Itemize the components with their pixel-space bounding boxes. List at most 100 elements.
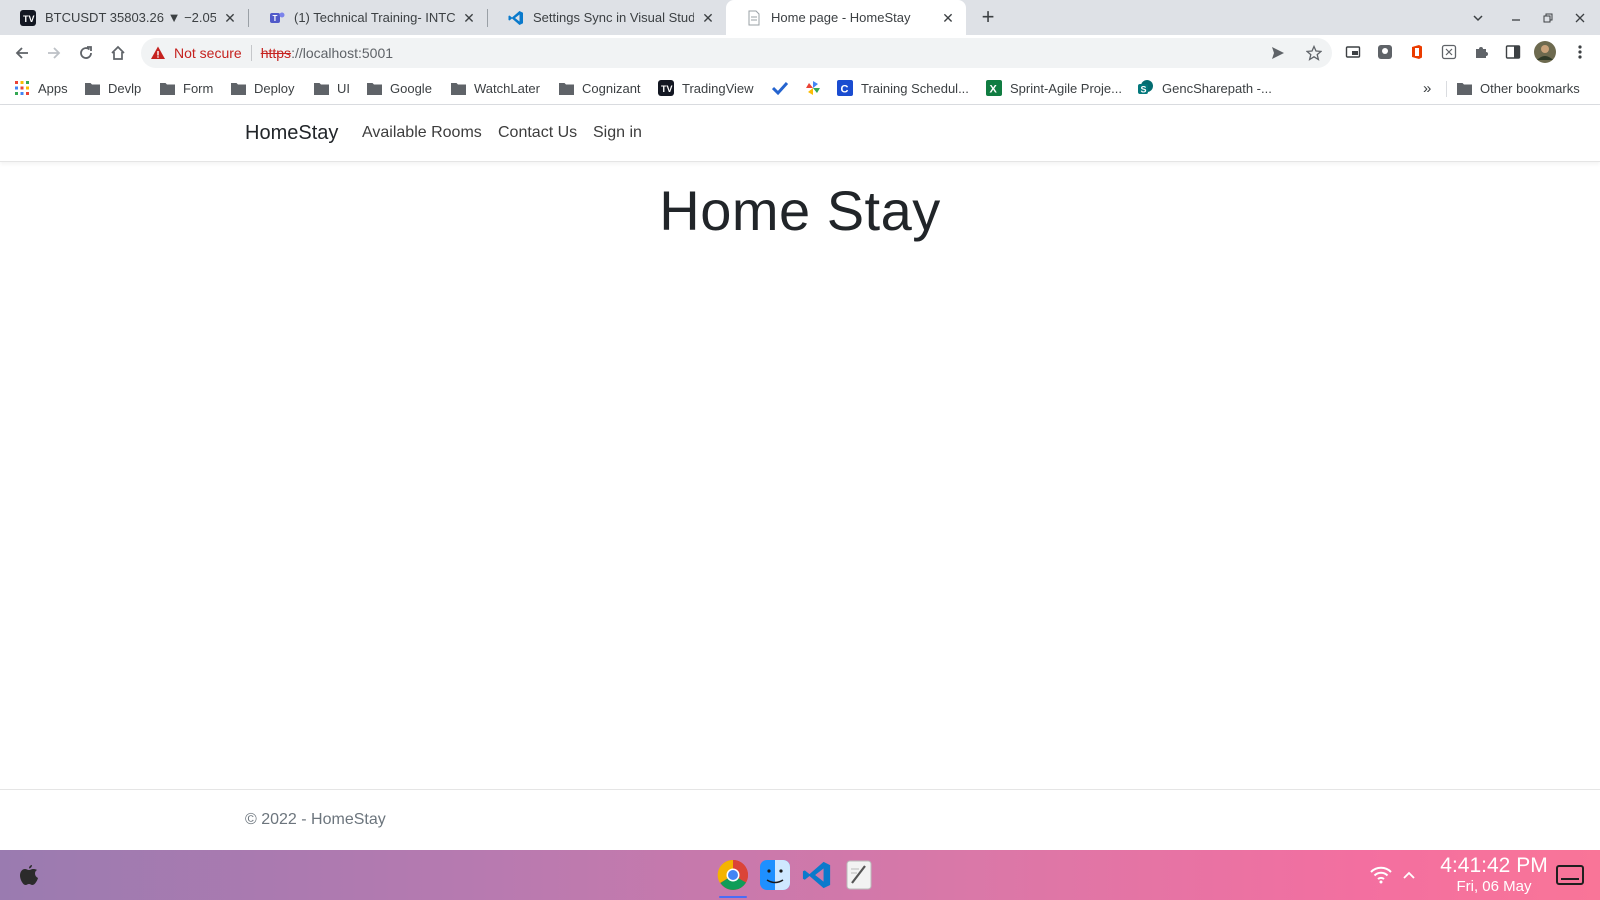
site-navbar: HomeStay Available Rooms Contact Us Sign… bbox=[0, 105, 1600, 162]
tab-title: Home page - HomeStay bbox=[771, 10, 911, 25]
bookmark-folder-watchlater[interactable]: WatchLater bbox=[450, 77, 540, 99]
notifications-icon[interactable] bbox=[1553, 858, 1587, 892]
bookmark-folder-cognizant[interactable]: Cognizant bbox=[558, 77, 641, 99]
reload-icon[interactable] bbox=[72, 39, 100, 67]
page-icon bbox=[746, 10, 762, 26]
bookmark-label: Devlp bbox=[108, 80, 142, 96]
nav-contact-us[interactable]: Contact Us bbox=[498, 124, 577, 142]
bookmarks-overflow-chevron[interactable]: » bbox=[1423, 77, 1431, 99]
nav-available-rooms[interactable]: Available Rooms bbox=[362, 124, 482, 142]
bookmark-folder-google[interactable]: Google bbox=[366, 77, 432, 99]
bookmark-label: Other bookmarks bbox=[1480, 80, 1580, 96]
active-app-indicator bbox=[719, 896, 747, 898]
folder-icon bbox=[84, 80, 100, 96]
bookmark-training-schedule[interactable]: C Training Schedul... bbox=[837, 77, 969, 99]
profile-extension-icon[interactable] bbox=[1373, 40, 1397, 64]
bookmark-label: Deploy bbox=[254, 80, 295, 96]
bookmark-sprint-agile[interactable]: X Sprint-Agile Proje... bbox=[986, 77, 1122, 99]
url-host: ://localhost:5001 bbox=[291, 45, 394, 61]
svg-text:T: T bbox=[273, 14, 278, 23]
send-to-device-icon[interactable] bbox=[1270, 45, 1286, 61]
address-bar[interactable]: Not secure https://localhost:5001 bbox=[141, 38, 1332, 68]
bookmark-tradingview[interactable]: TV TradingView bbox=[658, 77, 754, 99]
bookmark-gencsharepath[interactable]: S GencSharepath -... bbox=[1138, 77, 1272, 99]
new-tab-button[interactable]: + bbox=[975, 5, 1001, 31]
tab-vscode[interactable]: Settings Sync in Visual Studio Code ✕ bbox=[488, 0, 726, 35]
close-window-icon[interactable] bbox=[1565, 0, 1595, 35]
bookmark-folder-deploy[interactable]: Deploy bbox=[230, 77, 294, 99]
site-footer: © 2022 - HomeStay bbox=[0, 789, 1600, 849]
chrome-icon[interactable] bbox=[716, 858, 750, 892]
bookmark-star-icon[interactable] bbox=[1306, 45, 1322, 61]
bookmark-label: Sprint-Agile Proje... bbox=[1010, 80, 1122, 96]
bookmark-label: TradingView bbox=[682, 80, 754, 96]
tab-title: BTCUSDT 35803.26 ▼ −2.05% bbox=[45, 10, 216, 25]
tab-search-chevron-icon[interactable] bbox=[1463, 0, 1493, 35]
close-tab-icon[interactable]: ✕ bbox=[222, 10, 238, 26]
tab-teams[interactable]: T (1) Technical Training- INTCDE ✕ bbox=[249, 0, 487, 35]
bookmark-apps[interactable]: Apps bbox=[14, 77, 68, 99]
office-icon[interactable] bbox=[1405, 40, 1429, 64]
bookmark-other[interactable]: Other bookmarks bbox=[1456, 77, 1580, 99]
tab-title: Settings Sync in Visual Studio Code bbox=[533, 10, 694, 25]
taskbar: 4:41:42 PM Fri, 06 May bbox=[0, 850, 1600, 900]
forward-arrow-icon[interactable] bbox=[40, 39, 68, 67]
folder-icon bbox=[450, 80, 466, 96]
bookmarks-bar: Apps Devlp Form Deploy UI Google WatchLa… bbox=[0, 71, 1600, 105]
text-editor-icon[interactable] bbox=[842, 858, 876, 892]
back-arrow-icon[interactable] bbox=[8, 39, 36, 67]
bookmark-folder-devlp[interactable]: Devlp bbox=[84, 77, 141, 99]
home-icon[interactable] bbox=[104, 39, 132, 67]
more-menu-icon[interactable] bbox=[1568, 40, 1592, 64]
vscode-icon bbox=[508, 10, 524, 26]
close-tab-icon[interactable]: ✕ bbox=[940, 10, 956, 26]
page-heading: Home Stay bbox=[659, 179, 941, 242]
clock-time: 4:41:42 PM bbox=[1440, 854, 1548, 877]
sharepoint-icon: S bbox=[1138, 80, 1154, 96]
tab-title: (1) Technical Training- INTCDE bbox=[294, 10, 455, 25]
pinwheel-icon bbox=[805, 80, 821, 96]
system-clock[interactable]: 4:41:42 PM Fri, 06 May bbox=[1424, 854, 1564, 896]
excel-icon: X bbox=[986, 80, 1002, 96]
bookmarks-divider bbox=[1446, 81, 1447, 97]
url-scheme: https bbox=[260, 45, 292, 61]
folder-icon bbox=[1456, 80, 1472, 96]
bookmark-folder-form[interactable]: Form bbox=[159, 77, 213, 99]
tradingview-icon: TV bbox=[20, 9, 36, 26]
finder-icon[interactable] bbox=[758, 858, 792, 892]
bookmark-label: Training Schedul... bbox=[861, 80, 969, 96]
bookmark-todo[interactable] bbox=[772, 77, 796, 99]
bookmark-pinwheel[interactable] bbox=[805, 77, 829, 99]
folder-icon bbox=[230, 80, 246, 96]
tab-tradingview[interactable]: TV BTCUSDT 35803.26 ▼ −2.05% ✕ bbox=[0, 0, 248, 35]
c-logo-icon: C bbox=[837, 80, 853, 96]
translate-extension-icon[interactable] bbox=[1437, 40, 1461, 64]
side-panel-icon[interactable] bbox=[1501, 40, 1525, 64]
svg-text:S: S bbox=[1141, 85, 1147, 95]
security-status-label[interactable]: Not secure bbox=[174, 45, 242, 61]
close-tab-icon[interactable]: ✕ bbox=[461, 10, 477, 26]
svg-text:TV: TV bbox=[661, 84, 673, 94]
browser-toolbar: Not secure https://localhost:5001 bbox=[0, 35, 1600, 71]
chevron-up-icon[interactable] bbox=[1392, 858, 1426, 892]
picture-in-picture-icon[interactable] bbox=[1341, 40, 1365, 64]
tradingview-icon: TV bbox=[658, 80, 674, 96]
minimize-icon[interactable] bbox=[1501, 0, 1531, 35]
bookmark-label: WatchLater bbox=[474, 80, 540, 96]
tab-strip: TV BTCUSDT 35803.26 ▼ −2.05% ✕ T (1) Tec… bbox=[0, 0, 1600, 35]
profile-avatar[interactable] bbox=[1533, 40, 1557, 64]
bookmark-folder-ui[interactable]: UI bbox=[313, 77, 350, 99]
restore-icon[interactable] bbox=[1533, 0, 1563, 35]
nav-sign-in[interactable]: Sign in bbox=[593, 124, 642, 142]
tab-homestay[interactable]: Home page - HomeStay ✕ bbox=[726, 0, 966, 35]
close-tab-icon[interactable]: ✕ bbox=[700, 10, 716, 26]
warning-triangle-icon[interactable] bbox=[150, 45, 166, 61]
apple-menu-icon[interactable] bbox=[12, 858, 46, 892]
brand-link[interactable]: HomeStay bbox=[245, 122, 338, 145]
footer-copyright: © 2022 - HomeStay bbox=[245, 811, 386, 828]
todo-check-icon bbox=[772, 80, 788, 96]
vscode-app-icon[interactable] bbox=[800, 858, 834, 892]
folder-icon bbox=[558, 80, 574, 96]
extensions-puzzle-icon[interactable] bbox=[1469, 40, 1493, 64]
folder-icon bbox=[159, 80, 175, 96]
